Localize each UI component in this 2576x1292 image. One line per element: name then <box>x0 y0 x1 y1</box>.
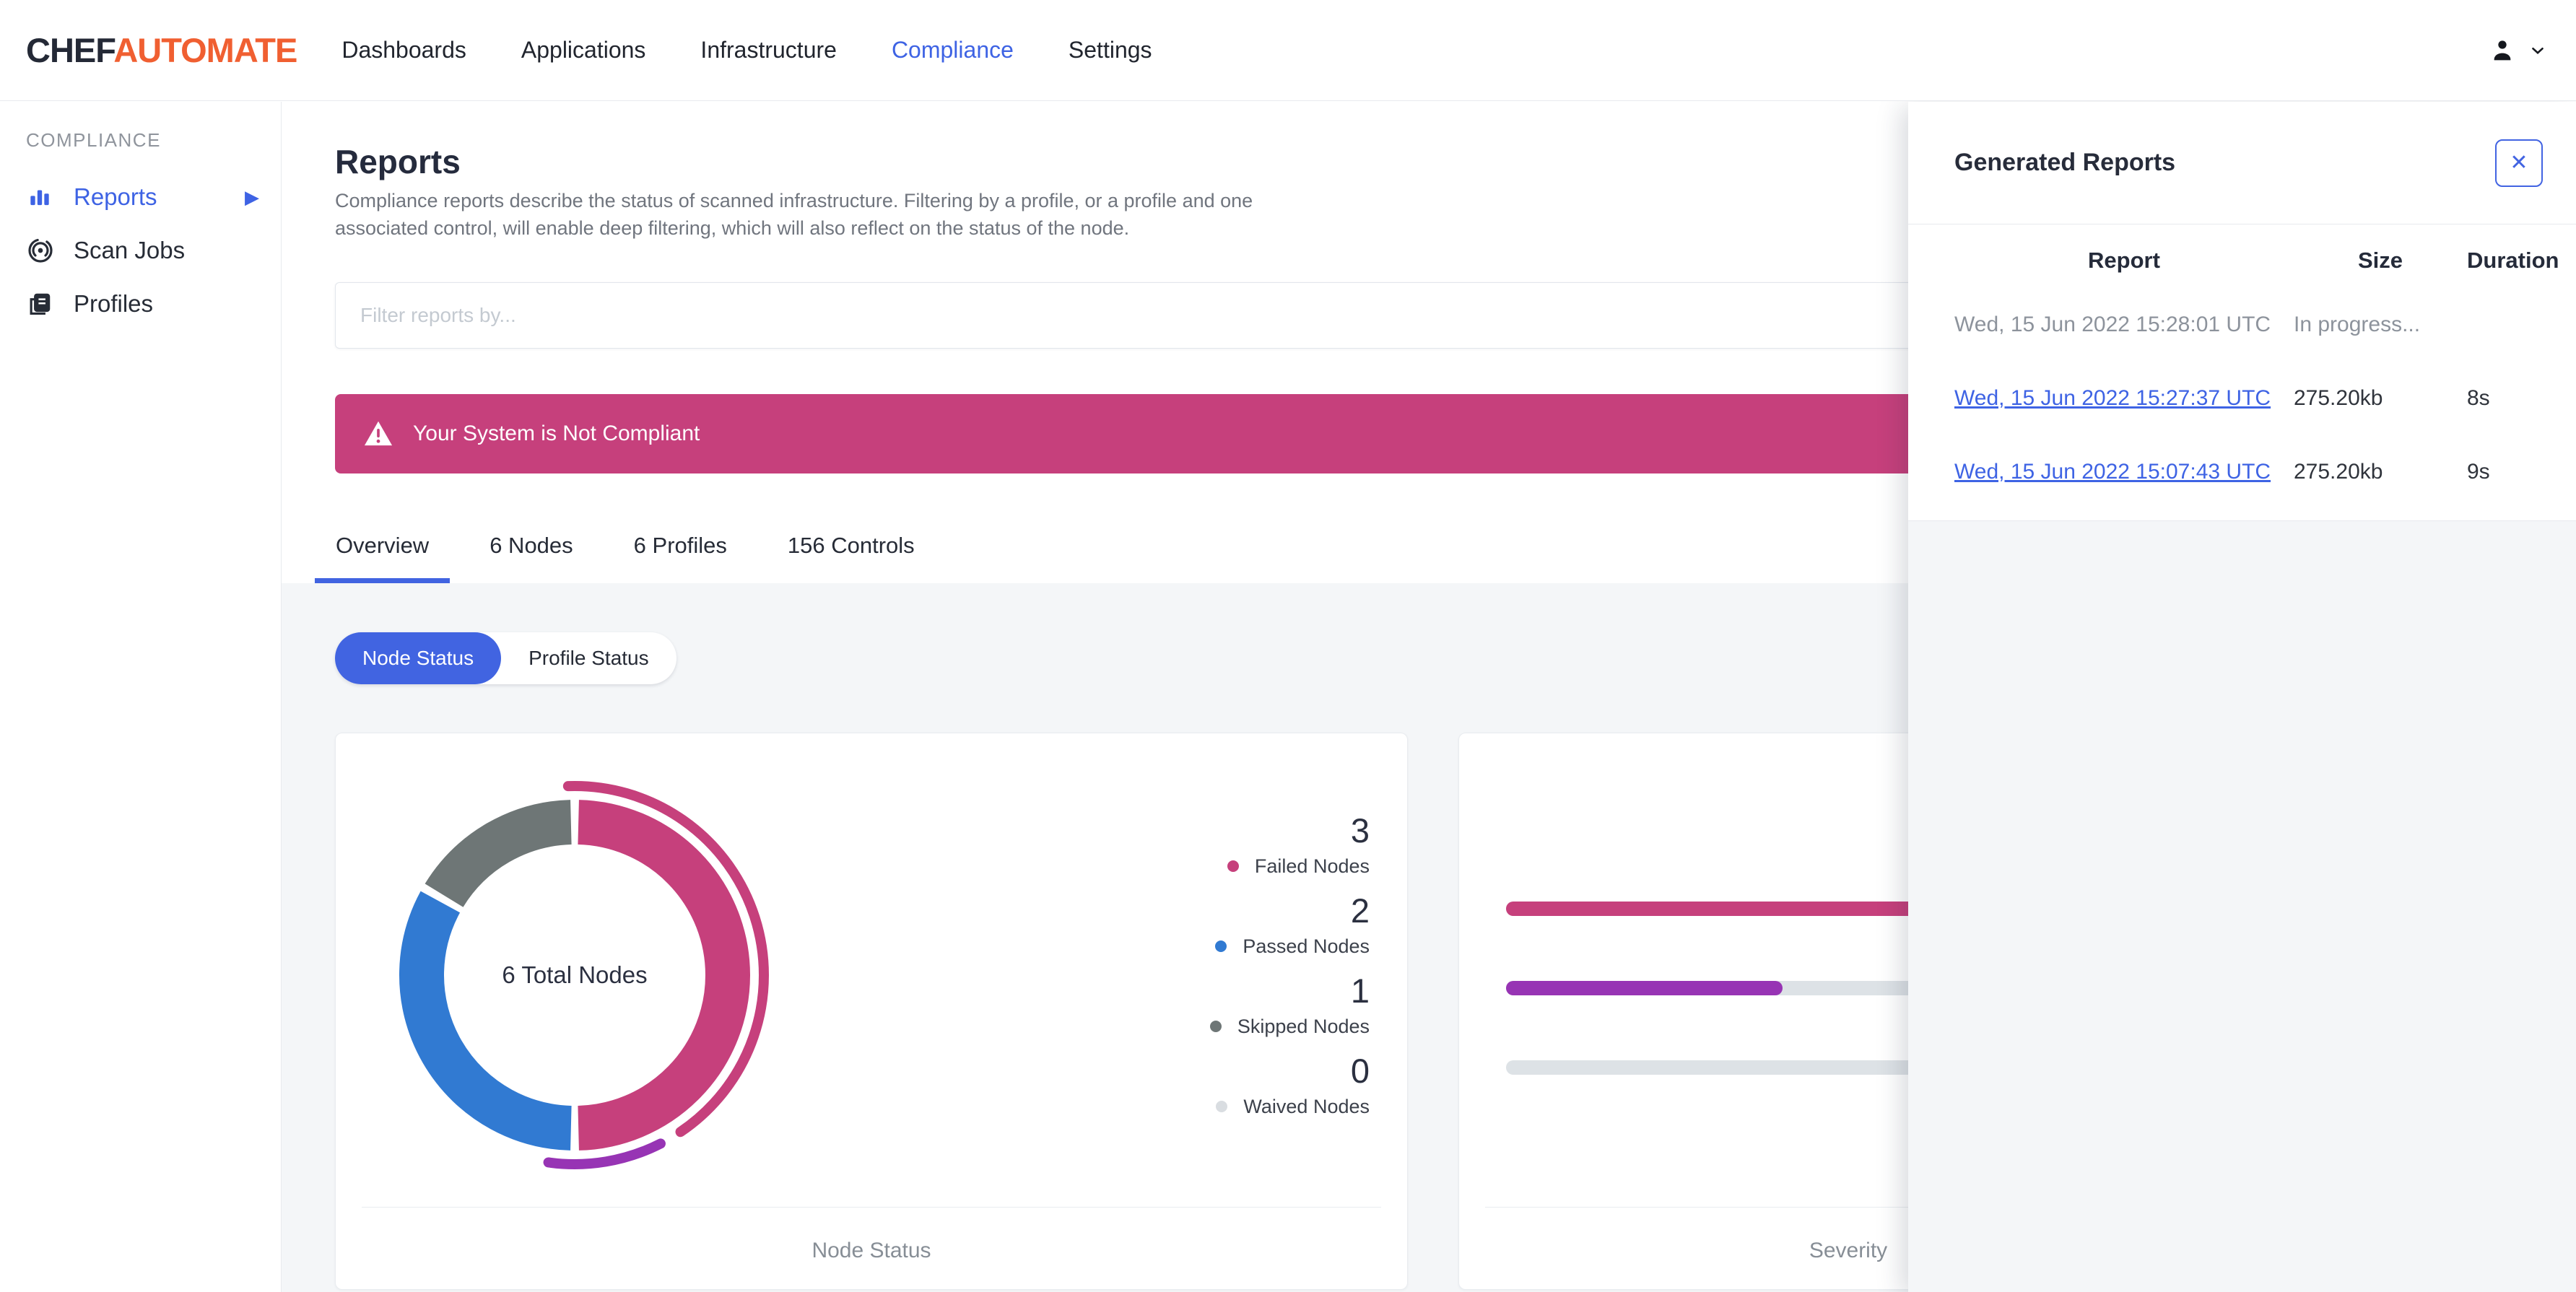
toggle-node-status[interactable]: Node Status <box>335 632 502 684</box>
chef-automate-logo[interactable]: CHEFAUTOMATE <box>26 30 297 70</box>
compliance-sidebar: COMPLIANCE Reports ▶ Scan Jobs Profiles <box>0 102 282 1292</box>
report-date: Wed, 15 Jun 2022 15:28:01 UTC <box>1954 313 2271 336</box>
legend-waived: 0 Waived Nodes <box>1216 1052 1370 1121</box>
user-menu[interactable] <box>2488 0 2547 101</box>
table-row: Wed, 15 Jun 2022 15:28:01 UTC In progres… <box>1954 288 2562 362</box>
skipped-label: Skipped Nodes <box>1237 1016 1370 1037</box>
nav-settings[interactable]: Settings <box>1069 37 1152 64</box>
banner-message: Your System is Not Compliant <box>413 422 700 445</box>
sidebar-item-scan-jobs[interactable]: Scan Jobs <box>0 224 281 277</box>
legend-skipped: 1 Skipped Nodes <box>1209 972 1370 1041</box>
sidebar-item-label: Profiles <box>74 290 154 317</box>
sidebar-item-profiles[interactable]: Profiles <box>0 277 281 331</box>
page-description: Compliance reports describe the status o… <box>335 190 1253 239</box>
logo-chef: CHEF <box>26 31 114 69</box>
waived-count: 0 <box>1350 1052 1370 1090</box>
warning-triangle-icon <box>362 418 394 450</box>
node-status-caption: Node Status <box>811 1239 931 1262</box>
submenu-arrow-icon[interactable]: ▶ <box>245 186 259 209</box>
table-row: Wed, 15 Jun 2022 15:07:43 UTC 275.20kb 9… <box>1954 435 2562 509</box>
nav-dashboards[interactable]: Dashboards <box>341 37 466 64</box>
scan-target-icon <box>26 236 58 265</box>
card-divider <box>362 1207 1381 1208</box>
report-duration: 9s <box>2467 460 2490 484</box>
col-duration: Duration <box>2467 248 2559 273</box>
bar-fill <box>1506 981 1783 995</box>
panel-title: Generated Reports <box>1954 149 2176 176</box>
node-status-legend: 3 Failed Nodes 2 Passed Nodes 1 Skipped … <box>1209 811 1370 1132</box>
col-size: Size <box>2357 248 2403 273</box>
nav-infrastructure[interactable]: Infrastructure <box>700 37 837 64</box>
tab-overview[interactable]: Overview <box>315 507 451 583</box>
legend-failed: 3 Failed Nodes <box>1227 811 1370 881</box>
logo-automate: AUTOMATE <box>113 31 297 69</box>
waived-dot-icon <box>1216 1101 1228 1112</box>
skipped-dot-icon <box>1209 1021 1222 1032</box>
passed-label: Passed Nodes <box>1243 935 1370 957</box>
donut-center-label: 6 Total Nodes <box>502 961 648 988</box>
generated-reports-table: Report Size Duration Wed, 15 Jun 2022 15… <box>1908 224 2576 521</box>
failed-label: Failed Nodes <box>1254 855 1370 877</box>
sidebar-item-label: Scan Jobs <box>74 237 186 263</box>
sidebar-item-reports[interactable]: Reports ▶ <box>0 170 281 224</box>
failed-count: 3 <box>1350 811 1370 850</box>
table-header-row: Report Size Duration <box>1954 233 2562 288</box>
nav-compliance[interactable]: Compliance <box>892 37 1014 64</box>
generated-reports-panel: Generated Reports ✕ Report Size Duration… <box>1908 102 2576 1292</box>
page-title: Reports <box>335 143 461 180</box>
documents-icon <box>26 290 58 318</box>
report-duration: 8s <box>2467 386 2490 410</box>
sidebar-section-label: COMPLIANCE <box>26 129 161 151</box>
passed-count: 2 <box>1350 891 1370 930</box>
report-link[interactable]: Wed, 15 Jun 2022 15:27:37 UTC <box>1954 386 2271 410</box>
report-size: 275.20kb <box>2294 386 2383 410</box>
table-row: Wed, 15 Jun 2022 15:27:37 UTC 275.20kb 8… <box>1954 362 2562 435</box>
top-navigation: CHEFAUTOMATE Dashboards Applications Inf… <box>0 0 2576 101</box>
failed-dot-icon <box>1227 860 1239 872</box>
legend-passed: 2 Passed Nodes <box>1215 891 1370 961</box>
status-toggle: Node Status Profile Status <box>335 632 676 684</box>
report-size: In progress... <box>2294 313 2421 336</box>
nav-applications[interactable]: Applications <box>521 37 646 64</box>
user-icon <box>2488 36 2517 65</box>
report-tabs: Overview 6 Nodes 6 Profiles 156 Controls <box>315 507 936 583</box>
tab-nodes[interactable]: 6 Nodes <box>469 507 593 583</box>
waived-label: Waived Nodes <box>1243 1096 1370 1117</box>
tab-controls[interactable]: 156 Controls <box>767 507 936 583</box>
report-link[interactable]: Wed, 15 Jun 2022 15:07:43 UTC <box>1954 460 2271 484</box>
node-status-card: 6 Total Nodes 3 Failed Nodes 2 Passed No… <box>335 733 1408 1290</box>
skipped-count: 1 <box>1350 972 1370 1010</box>
col-report: Report <box>2088 248 2160 273</box>
panel-header: Generated Reports ✕ <box>1908 102 2576 224</box>
toggle-profile-status[interactable]: Profile Status <box>501 632 676 684</box>
sidebar-item-label: Reports <box>74 183 157 210</box>
bar-chart-icon <box>26 183 58 211</box>
report-size: 275.20kb <box>2294 460 2383 484</box>
nav-items: Dashboards Applications Infrastructure C… <box>341 37 1152 64</box>
chevron-down-icon <box>2528 41 2547 60</box>
close-icon[interactable]: ✕ <box>2495 139 2543 187</box>
passed-dot-icon <box>1215 940 1227 952</box>
node-status-donut-chart: 6 Total Nodes <box>373 773 777 1177</box>
tab-profiles[interactable]: 6 Profiles <box>613 507 748 583</box>
